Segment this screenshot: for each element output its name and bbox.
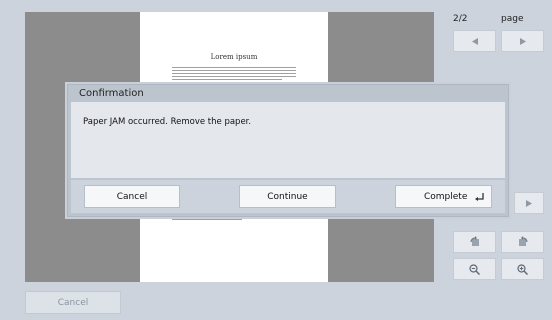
page-unit-label: page	[501, 14, 524, 24]
dialog-title: Confirmation	[79, 88, 144, 99]
triangle-right-icon	[519, 37, 526, 45]
page-counter: 2/2	[453, 14, 468, 24]
zoom-out-icon	[469, 263, 480, 275]
rotate-right-button[interactable]	[501, 231, 544, 253]
zoom-in-button[interactable]	[501, 258, 544, 280]
triangle-right-icon	[526, 199, 532, 207]
dialog-continue-label: Continue	[267, 191, 308, 202]
dialog-footer: Cancel Continue Complete	[71, 180, 505, 213]
zoom-out-button[interactable]	[453, 258, 496, 280]
zoom-in-icon	[517, 263, 528, 275]
prev-page-button[interactable]	[453, 30, 496, 52]
page-heading: Lorem ipsum	[210, 53, 258, 61]
text-line	[172, 79, 282, 80]
dialog-complete-button[interactable]: Complete	[395, 185, 492, 208]
next-page-button[interactable]	[501, 30, 544, 52]
dialog-message: Paper JAM occurred. Remove the paper.	[83, 117, 252, 127]
text-line	[172, 73, 296, 74]
next-item-button[interactable]	[514, 192, 544, 214]
text-line	[172, 67, 296, 68]
enter-icon	[475, 193, 484, 201]
dialog-body: Paper JAM occurred. Remove the paper.	[71, 102, 505, 178]
rotate-left-icon	[469, 236, 479, 246]
dialog-cancel-label: Cancel	[116, 191, 148, 202]
confirmation-dialog: Confirmation Paper JAM occurred. Remove …	[67, 84, 509, 217]
rotate-right-icon	[518, 236, 528, 246]
rotate-left-button[interactable]	[453, 231, 496, 253]
text-line	[172, 76, 296, 77]
dialog-complete-label: Complete	[424, 191, 468, 202]
text-line	[172, 70, 296, 71]
print-preview-screen: Lorem ipsum 2/2 page Cancel Confirmation…	[0, 0, 552, 320]
cancel-button[interactable]: Cancel	[25, 291, 121, 314]
dialog-cancel-button[interactable]: Cancel	[84, 185, 180, 208]
text-line	[172, 219, 242, 220]
triangle-left-icon	[471, 37, 478, 45]
dialog-continue-button[interactable]: Continue	[239, 185, 336, 208]
